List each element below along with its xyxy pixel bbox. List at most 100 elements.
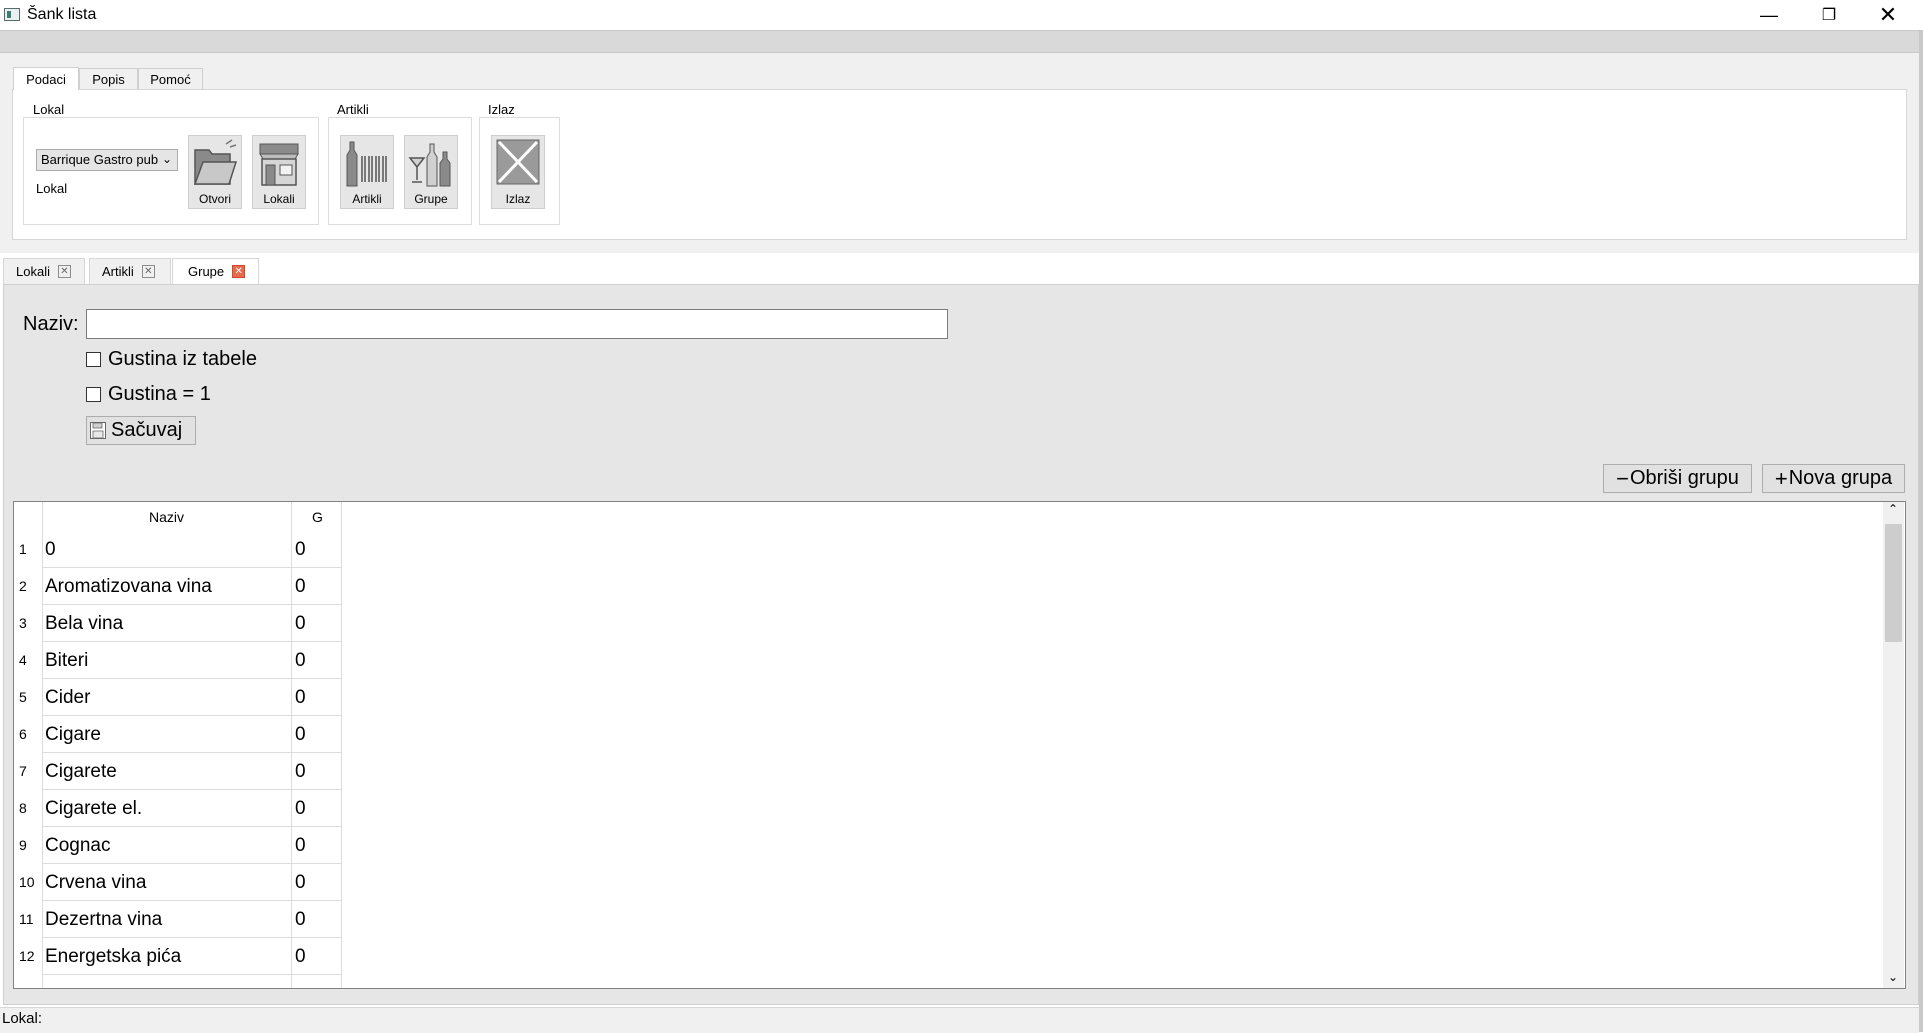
- artikli-button[interactable]: Artikli: [340, 135, 394, 209]
- window-edge: [1919, 30, 1923, 1032]
- cell-g[interactable]: 0: [295, 539, 306, 561]
- cell-g[interactable]: 0: [295, 613, 306, 635]
- row-number[interactable]: 9: [19, 837, 27, 853]
- gustina-one-label: Gustina = 1: [108, 383, 211, 405]
- plus-icon: +: [1774, 465, 1788, 491]
- cell-g[interactable]: 0: [295, 761, 306, 783]
- open-button-label: Otvori: [198, 192, 231, 206]
- scroll-up-icon[interactable]: ⌃: [1888, 502, 1898, 516]
- cell-g[interactable]: 0: [295, 687, 306, 709]
- izlaz-button-label: Izlaz: [505, 192, 531, 206]
- new-group-button[interactable]: + Nova grupa: [1762, 464, 1905, 493]
- doc-tab-lokali[interactable]: Lokali ✕: [3, 258, 85, 284]
- doc-tab-artikli-label: Artikli: [102, 264, 134, 279]
- cell-naziv[interactable]: Crvena vina: [45, 872, 146, 894]
- row-number[interactable]: 10: [19, 874, 35, 890]
- close-tab-icon[interactable]: ✕: [57, 265, 71, 278]
- row-number[interactable]: 3: [19, 615, 27, 631]
- close-tab-icon[interactable]: ✕: [232, 265, 246, 278]
- row-divider: [42, 900, 342, 901]
- lokal-field-label: Lokal: [36, 181, 68, 196]
- doc-tab-artikli[interactable]: Artikli ✕: [89, 258, 171, 284]
- app-icon: [4, 8, 20, 21]
- tab-podaci[interactable]: Podaci: [13, 67, 79, 90]
- close-button[interactable]: ✕: [1859, 0, 1917, 30]
- grupe-button[interactable]: Grupe: [404, 135, 458, 209]
- tab-pomoc[interactable]: Pomoć: [138, 68, 203, 90]
- artikli-button-label: Artikli: [352, 192, 382, 206]
- row-divider: [42, 715, 342, 716]
- cell-g[interactable]: 0: [295, 872, 306, 894]
- gustina-one-checkbox[interactable]: [86, 387, 101, 402]
- group-izlaz-title: Izlaz: [485, 102, 518, 117]
- close-tab-icon[interactable]: ✕: [141, 265, 155, 278]
- cell-naziv[interactable]: Aromatizovana vina: [45, 576, 212, 598]
- status-bar: [0, 1007, 1919, 1033]
- save-button[interactable]: Sačuvaj: [86, 416, 196, 445]
- cell-naziv[interactable]: Cigare: [45, 724, 101, 746]
- cell-g[interactable]: 0: [295, 946, 306, 968]
- cell-g[interactable]: 0: [295, 909, 306, 931]
- gustina-tabela-label: Gustina iz tabele: [108, 348, 257, 370]
- group-artikli-title: Artikli: [334, 102, 372, 117]
- gustina-tabela-checkbox[interactable]: [86, 352, 101, 367]
- cell-naziv[interactable]: Cigarete: [45, 761, 117, 783]
- lokali-button-label: Lokali: [263, 192, 295, 206]
- scrollbar-thumb[interactable]: [1885, 524, 1902, 642]
- lokal-select[interactable]: Barrique Gastro pub ⌄: [36, 149, 178, 171]
- group-lokal-title: Lokal: [30, 102, 68, 117]
- cell-naziv[interactable]: Bela vina: [45, 613, 123, 635]
- cell-g[interactable]: 0: [295, 650, 306, 672]
- row-number[interactable]: 7: [19, 763, 27, 779]
- cell-naziv[interactable]: 0: [45, 539, 56, 561]
- column-header-g[interactable]: G: [312, 509, 323, 525]
- cell-naziv[interactable]: Cider: [45, 687, 90, 709]
- shop-icon: [259, 143, 299, 186]
- doc-tab-lokali-label: Lokali: [16, 264, 50, 279]
- row-number[interactable]: 4: [19, 652, 27, 668]
- delete-group-button[interactable]: − Obriši grupu: [1603, 464, 1752, 493]
- column-header-naziv[interactable]: Naziv: [149, 509, 184, 525]
- grupe-button-label: Grupe: [414, 192, 448, 206]
- window-title: Šank lista: [27, 6, 97, 23]
- exit-icon: [496, 139, 540, 185]
- row-divider: [42, 863, 342, 864]
- save-icon: [90, 422, 106, 439]
- row-number[interactable]: 2: [19, 578, 27, 594]
- doc-tab-grupe[interactable]: Grupe ✕: [172, 258, 259, 284]
- row-divider: [42, 678, 342, 679]
- cell-g[interactable]: 0: [295, 835, 306, 857]
- folder-open-icon: [193, 139, 238, 185]
- minus-icon: −: [1616, 465, 1629, 491]
- cell-naziv[interactable]: Biteri: [45, 650, 88, 672]
- scroll-down-icon[interactable]: ⌄: [1888, 970, 1898, 984]
- doc-tab-grupe-label: Grupe: [188, 264, 225, 279]
- row-number[interactable]: 11: [19, 911, 34, 927]
- izlaz-button[interactable]: Izlaz: [491, 135, 545, 209]
- cell-g[interactable]: 0: [295, 576, 306, 598]
- cell-naziv[interactable]: Energetska pića: [45, 946, 181, 968]
- cell-naziv[interactable]: Cognac: [45, 835, 111, 857]
- cell-g[interactable]: 0: [295, 724, 306, 746]
- cell-naziv[interactable]: Cigarete el.: [45, 798, 142, 820]
- row-number[interactable]: 6: [19, 726, 27, 742]
- row-divider: [42, 641, 342, 642]
- row-number[interactable]: 12: [19, 948, 35, 964]
- cell-g[interactable]: 0: [295, 798, 306, 820]
- open-button[interactable]: Otvori: [188, 135, 242, 209]
- naziv-input[interactable]: [86, 309, 948, 339]
- row-number[interactable]: 8: [19, 800, 27, 816]
- tab-popis[interactable]: Popis: [79, 68, 138, 90]
- save-button-label: Sačuvaj: [111, 419, 183, 441]
- row-divider: [42, 789, 342, 790]
- lokal-select-value: Barrique Gastro pub: [41, 152, 159, 167]
- row-number[interactable]: 1: [19, 541, 27, 557]
- row-divider: [42, 826, 342, 827]
- row-number[interactable]: 5: [19, 689, 27, 705]
- minimize-button[interactable]: —: [1740, 0, 1798, 30]
- bottles-glass-icon: [408, 143, 451, 187]
- cell-naziv[interactable]: Dezertna vina: [45, 909, 162, 931]
- restore-button[interactable]: ❐: [1800, 0, 1858, 30]
- lokali-button[interactable]: Lokali: [252, 135, 306, 209]
- delete-group-label: Obriši grupu: [1629, 467, 1739, 489]
